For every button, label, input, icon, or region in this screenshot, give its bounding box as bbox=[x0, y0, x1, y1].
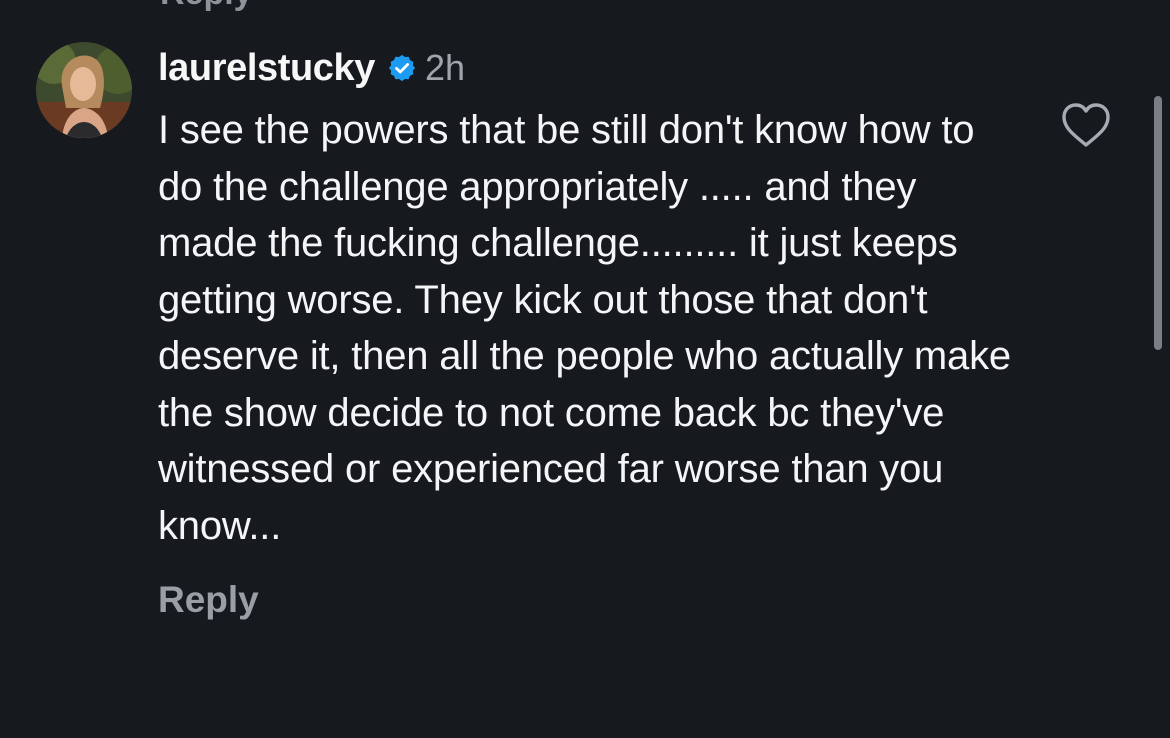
comment-header: laurelstucky 2h bbox=[158, 44, 1018, 92]
scrollbar[interactable] bbox=[1154, 96, 1162, 350]
comment: laurelstucky 2h I see the powers that be… bbox=[158, 44, 1018, 621]
avatar[interactable] bbox=[36, 42, 132, 138]
previous-reply-link[interactable]: Reply bbox=[160, 0, 253, 13]
reply-button[interactable]: Reply bbox=[158, 579, 1018, 621]
comment-timestamp: 2h bbox=[424, 47, 466, 88]
username-link[interactable]: laurelstucky bbox=[158, 47, 375, 90]
comment-text: I see the powers that be still don't kno… bbox=[158, 108, 1011, 548]
profile-photo bbox=[36, 42, 132, 138]
heart-outline-icon[interactable] bbox=[1060, 102, 1112, 150]
verified-badge-icon bbox=[387, 53, 417, 83]
